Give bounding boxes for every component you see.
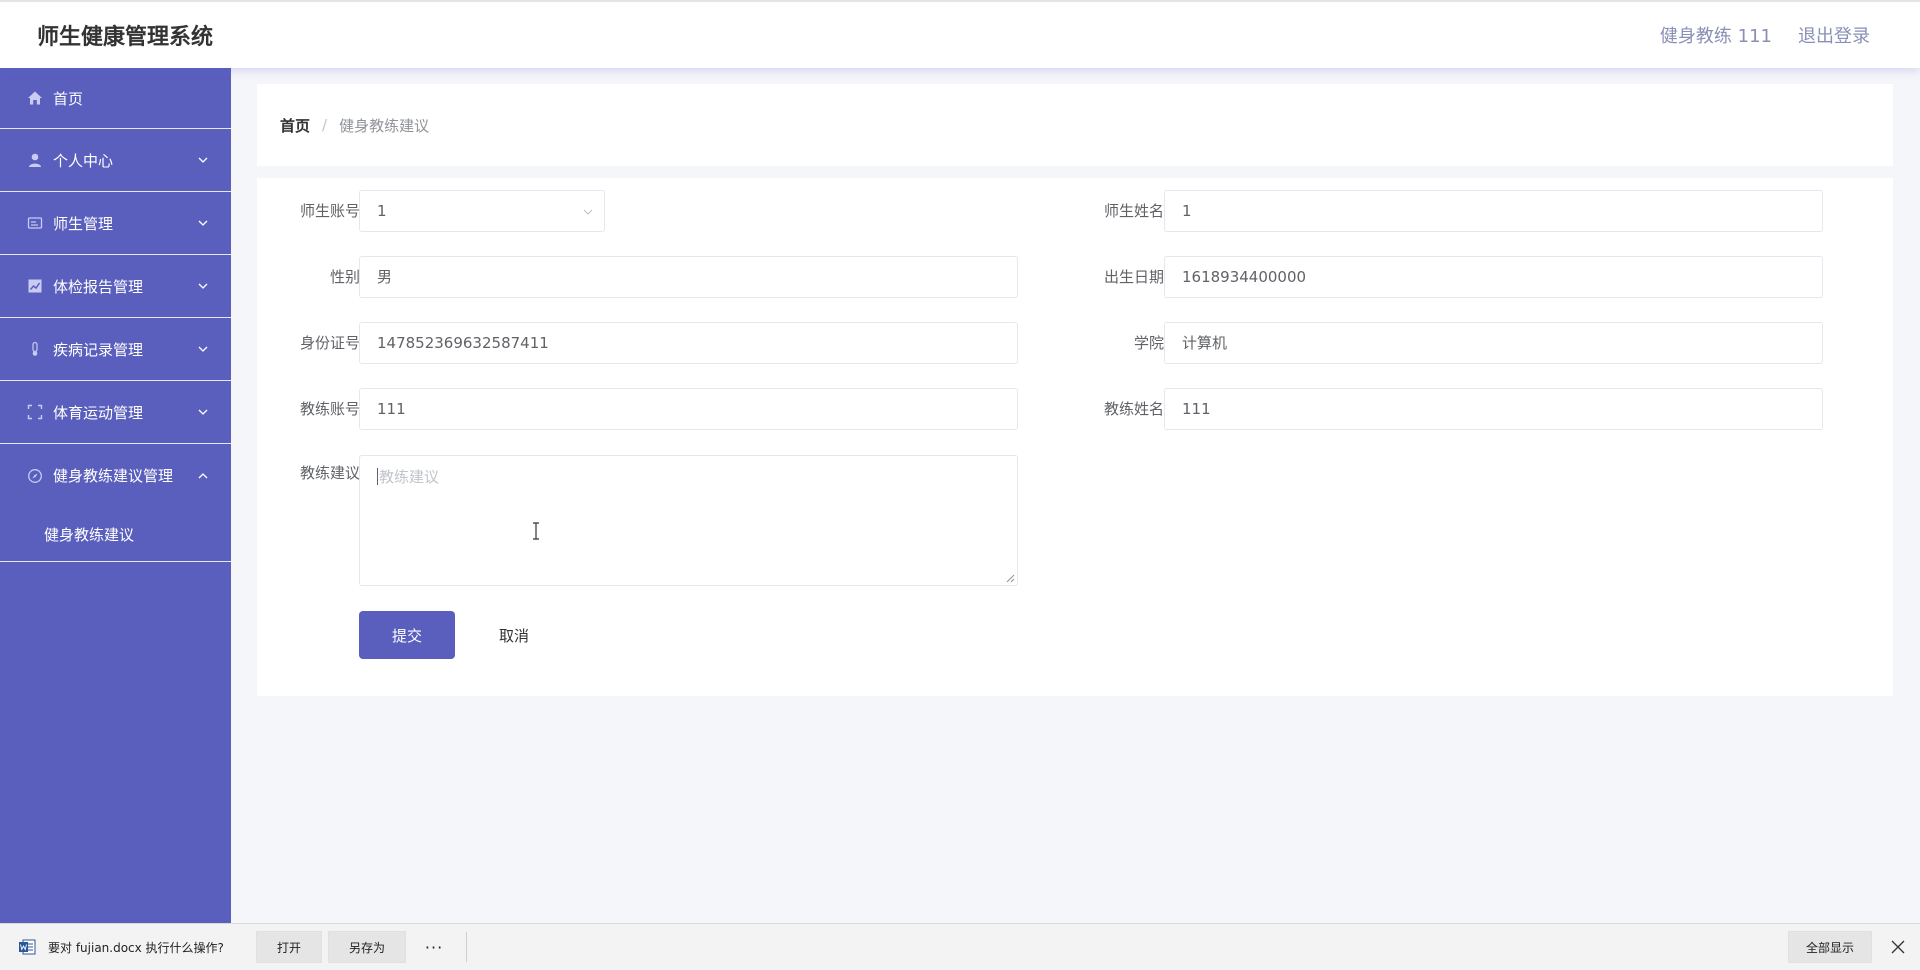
chevron-down-icon (583, 209, 593, 215)
id-card-icon (26, 214, 44, 232)
idcard-label: 身份证号 (299, 334, 360, 352)
more-options-button[interactable]: ··· (422, 938, 446, 957)
gender-label: 性别 (329, 268, 360, 286)
gender-field[interactable]: 男 (359, 256, 1018, 298)
compass-icon (26, 467, 44, 485)
chevron-down-icon (198, 346, 208, 352)
divider (466, 932, 468, 962)
sidebar-item-sports[interactable]: 体育运动管理 (0, 381, 231, 444)
download-save-as-button[interactable]: 另存为 (328, 931, 407, 963)
resize-grip-icon[interactable] (1005, 573, 1015, 583)
idcard-field[interactable]: 147852369632587411 (359, 322, 1018, 364)
advice-placeholder: 教练建议 (379, 468, 440, 486)
sidebar-item-illness-record[interactable]: 疾病记录管理 (0, 318, 231, 381)
sidebar-item-label: 体育运动管理 (53, 403, 144, 422)
chart-icon (26, 277, 44, 295)
text-cursor-icon (533, 522, 539, 540)
coach-name-field[interactable]: 111 (1164, 388, 1823, 430)
account-label: 师生账号 (299, 202, 360, 220)
birth-date-value: 1618934400000 (1182, 268, 1307, 286)
thermometer-icon (26, 340, 44, 358)
breadcrumb-home-link[interactable]: 首页 (280, 115, 310, 136)
sidebar-item-label: 疾病记录管理 (53, 340, 144, 359)
coach-account-field[interactable]: 111 (359, 388, 1018, 430)
coach-account-value: 111 (377, 400, 406, 418)
word-document-icon (19, 939, 36, 955)
current-user-label: 健身教练 111 (1659, 26, 1772, 47)
download-bar: 要对 fujian.docx 执行什么操作? 打开 另存为 ··· 全部显示 (0, 923, 1920, 970)
download-prompt: 要对 fujian.docx 执行什么操作? (48, 940, 224, 955)
sidebar-item-home[interactable]: 首页 (0, 68, 231, 129)
sidebar-item-label: 体检报告管理 (53, 277, 144, 296)
birth-date-field[interactable]: 1618934400000 (1164, 256, 1823, 298)
breadcrumb-separator: / (322, 116, 328, 134)
sidebar-item-label: 健身教练建议管理 (53, 467, 174, 485)
chevron-down-icon (198, 157, 208, 163)
chevron-down-icon (198, 283, 208, 289)
download-file-info: 要对 fujian.docx 执行什么操作? (0, 939, 256, 956)
sidebar-item-coach-advice-mgmt[interactable]: 健身教练建议管理 (0, 444, 231, 507)
sidebar-item-label: 个人中心 (53, 151, 114, 170)
account-select-value: 1 (377, 202, 387, 220)
college-field[interactable]: 计算机 (1164, 322, 1823, 364)
sidebar-subitem-label: 健身教练建议 (44, 525, 135, 544)
coach-name-label: 教练姓名 (1103, 400, 1164, 418)
coach-account-label: 教练账号 (299, 400, 360, 418)
fullscreen-icon (26, 403, 44, 421)
gender-field-value: 男 (377, 268, 393, 286)
download-open-button[interactable]: 打开 (256, 931, 323, 963)
chevron-up-icon (198, 472, 208, 478)
sidebar-item-label: 师生管理 (53, 214, 114, 233)
home-icon (26, 89, 44, 107)
sidebar-item-label: 首页 (53, 89, 84, 108)
name-field-value: 1 (1182, 202, 1192, 220)
cancel-button[interactable]: 取消 (478, 611, 550, 659)
sidebar-item-checkup-report[interactable]: 体检报告管理 (0, 255, 231, 318)
name-field[interactable]: 1 (1164, 190, 1823, 232)
account-select[interactable]: 1 (359, 190, 605, 232)
chevron-down-icon (198, 220, 208, 226)
name-label: 师生姓名 (1103, 202, 1164, 220)
text-caret (377, 468, 378, 485)
advice-textarea[interactable]: 教练建议 (359, 455, 1018, 586)
submit-button[interactable]: 提交 (359, 611, 455, 659)
coach-name-value: 111 (1182, 400, 1211, 418)
chevron-down-icon (198, 409, 208, 415)
breadcrumb: 首页 / 健身教练建议 (257, 84, 1893, 166)
college-label: 学院 (1133, 334, 1164, 352)
advice-label: 教练建议 (299, 464, 360, 482)
logout-link[interactable]: 退出登录 (1798, 22, 1870, 48)
breadcrumb-current: 健身教练建议 (339, 116, 430, 135)
user-icon (26, 151, 44, 169)
idcard-field-value: 147852369632587411 (377, 334, 549, 352)
show-all-downloads-button[interactable]: 全部显示 (1787, 931, 1872, 963)
college-field-value: 计算机 (1182, 334, 1228, 352)
sidebar-item-personal-center[interactable]: 个人中心 (0, 129, 231, 192)
birth-label: 出生日期 (1103, 268, 1164, 286)
header-user-area: 健身教练 111 退出登录 (1660, 22, 1870, 48)
sidebar-item-teacher-student[interactable]: 师生管理 (0, 192, 231, 255)
close-icon[interactable] (1890, 939, 1906, 955)
sidebar-subitem-coach-advice[interactable]: 健身教练建议 (0, 507, 231, 562)
top-header: 师生健康管理系统 健身教练 111 退出登录 (0, 0, 1920, 68)
app-title: 师生健康管理系统 (37, 25, 214, 50)
sidebar-menu: 首页 个人中心 师生管理 体检报告管理 疾病记录管理 体育运动管理 健身教练建议… (0, 68, 231, 923)
